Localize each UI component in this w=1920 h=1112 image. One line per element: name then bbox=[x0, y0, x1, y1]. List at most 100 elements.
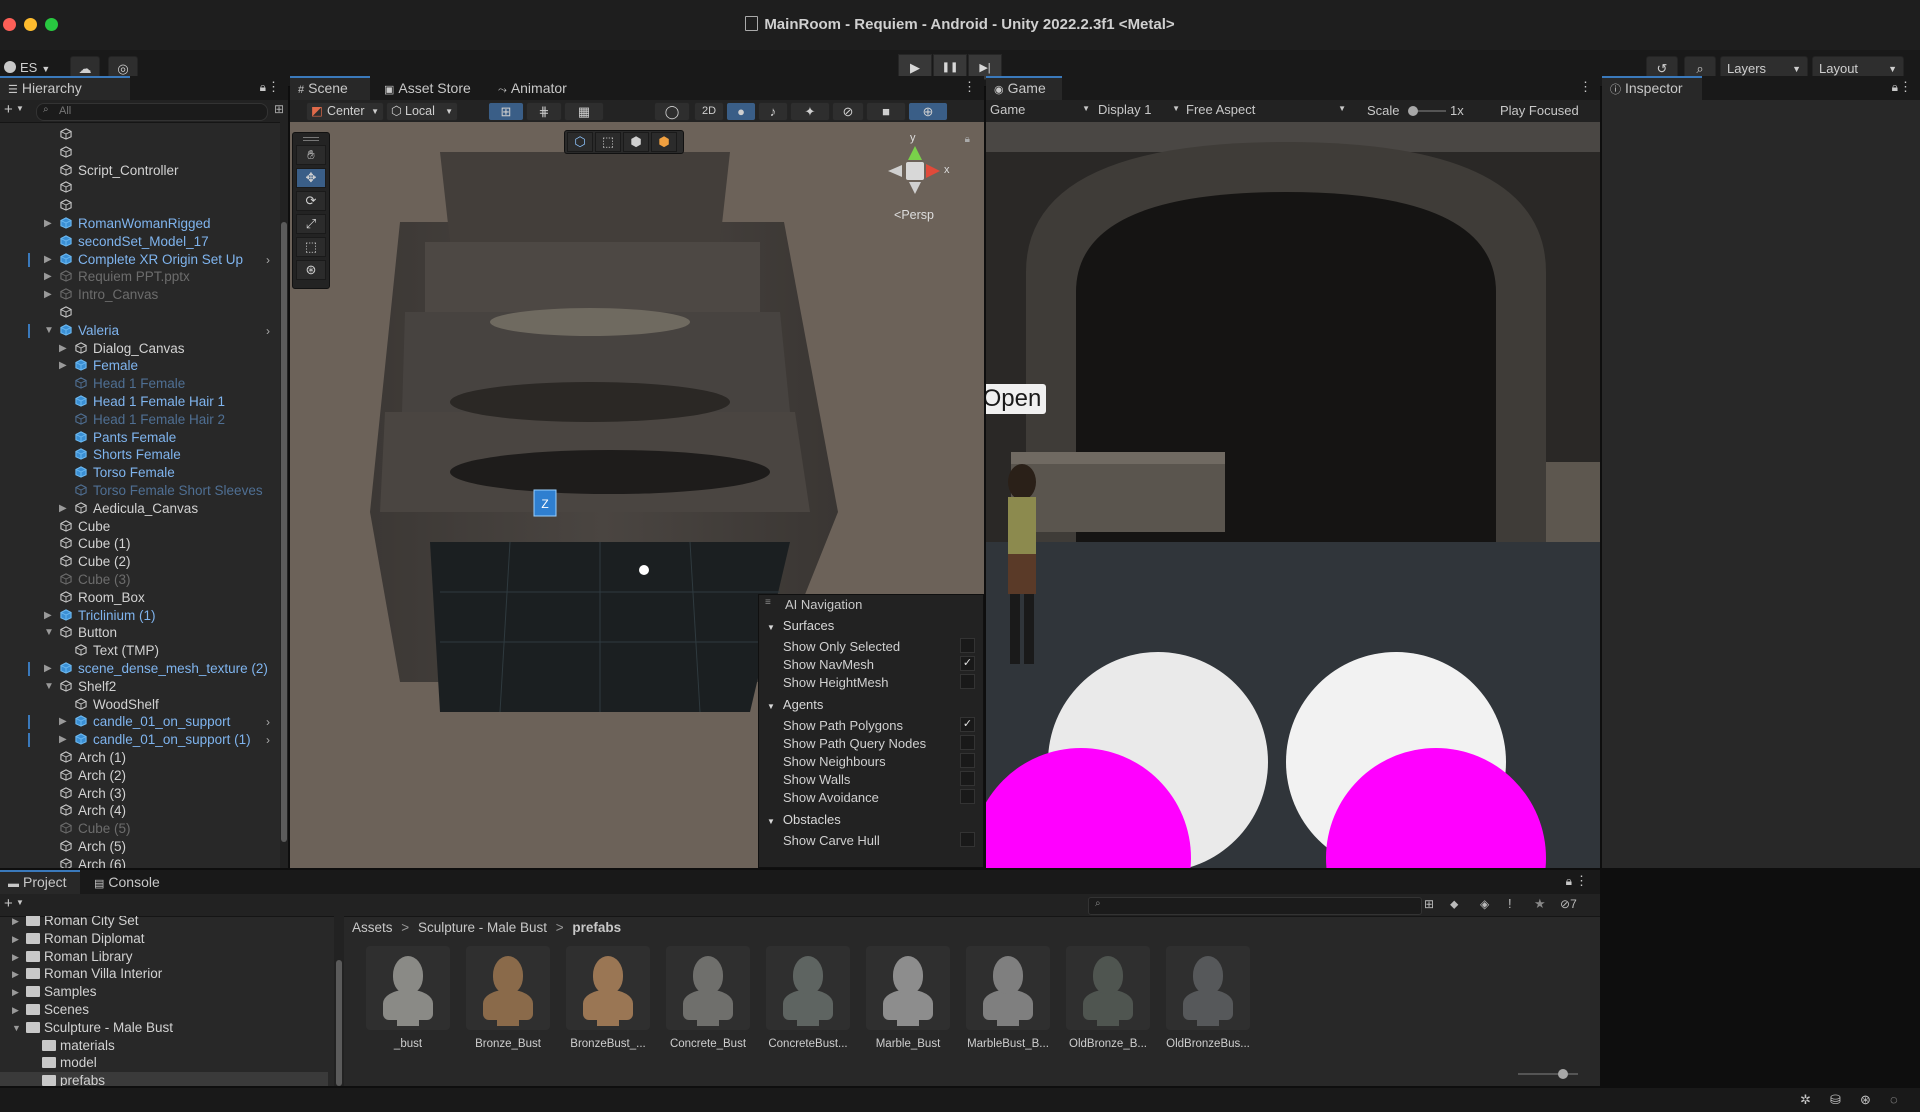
project-tree-scroll-thumb[interactable] bbox=[336, 960, 342, 1086]
chevron-down-icon[interactable]: ▼ bbox=[16, 104, 24, 113]
asset-tile[interactable]: Concrete_Bust bbox=[666, 946, 750, 1050]
open-prefab-chevron-icon[interactable]: › bbox=[266, 251, 270, 269]
expand-arrow-open-icon[interactable]: ▼ bbox=[44, 322, 54, 340]
expand-arrow-open-icon[interactable]: ▼ bbox=[12, 1019, 21, 1037]
ai-nav-option-checkbox[interactable] bbox=[960, 638, 975, 653]
favorite-star-icon[interactable]: ★ bbox=[1534, 896, 1546, 912]
gizmos-dropdown[interactable]: ⊕ bbox=[908, 102, 948, 121]
hierarchy-row[interactable]: Torso Female Short Sleeves bbox=[0, 482, 280, 500]
hierarchy-row[interactable]: Head 1 Female Hair 2 bbox=[0, 411, 280, 429]
lock-icon[interactable]: 🔒︎ bbox=[965, 134, 970, 145]
hierarchy-row[interactable]: Cube (1) bbox=[0, 535, 280, 553]
open-prefab-chevron-icon[interactable]: › bbox=[266, 322, 270, 340]
hierarchy-row[interactable]: Arch (1) bbox=[0, 749, 280, 767]
hidden-packages-icon[interactable]: ⊘7 bbox=[1560, 897, 1577, 911]
project-folder-item[interactable]: ▶ Roman Villa Interior bbox=[0, 965, 328, 983]
hierarchy-row[interactable]: Cube (5) bbox=[0, 820, 280, 838]
ai-nav-option-checkbox[interactable] bbox=[960, 735, 975, 750]
hierarchy-row[interactable]: Arch (5) bbox=[0, 838, 280, 856]
open-prefab-chevron-icon[interactable]: › bbox=[266, 731, 270, 749]
ai-nav-option[interactable]: Show Walls bbox=[783, 771, 983, 789]
kebab-menu-icon[interactable]: ⋮ bbox=[1575, 873, 1588, 889]
project-folder-item[interactable]: ▶ Scenes bbox=[0, 1001, 328, 1019]
hierarchy-row[interactable]: Cube (2) bbox=[0, 553, 280, 571]
expand-arrow-icon[interactable]: ▶ bbox=[12, 1001, 19, 1019]
ai-nav-option[interactable]: Show NavMesh ✓ bbox=[783, 656, 983, 674]
ai-nav-option-checkbox[interactable] bbox=[960, 771, 975, 786]
hierarchy-row[interactable]: ▶ Female bbox=[0, 357, 280, 375]
scale-slider-thumb[interactable] bbox=[1408, 106, 1418, 116]
shading-mode-button[interactable]: ◯ bbox=[654, 102, 690, 121]
expand-arrow-open-icon[interactable]: ▼ bbox=[44, 678, 54, 696]
mesh-view-button[interactable]: ⬢ bbox=[623, 132, 649, 152]
hierarchy-row[interactable] bbox=[0, 126, 280, 144]
grid-snap-button[interactable]: ⊞ bbox=[488, 102, 524, 121]
hierarchy-row[interactable]: WoodShelf bbox=[0, 696, 280, 714]
scene-search-icon[interactable]: ⊞ bbox=[274, 102, 284, 116]
drag-handle-icon[interactable]: ≡ bbox=[765, 597, 771, 608]
tab-project[interactable]: ▬ Project bbox=[0, 870, 80, 894]
ai-nav-option-checkbox[interactable]: ✓ bbox=[960, 656, 975, 671]
play-focused-dropdown[interactable]: Play Focused bbox=[1500, 103, 1579, 118]
breadcrumb-sculpture-male-bust[interactable]: Sculpture - Male Bust bbox=[418, 920, 547, 935]
lighting-toggle[interactable]: ● bbox=[726, 102, 756, 121]
hierarchy-scrollbar[interactable] bbox=[280, 122, 288, 868]
chevron-down-icon[interactable]: ▼ bbox=[16, 898, 24, 907]
expand-arrow-icon[interactable]: ▶ bbox=[44, 215, 52, 233]
kebab-menu-icon[interactable]: ⋮ bbox=[963, 79, 976, 95]
hierarchy-row[interactable]: Cube bbox=[0, 518, 280, 536]
asset-tile[interactable]: Bronze_Bust bbox=[466, 946, 550, 1050]
hierarchy-row[interactable]: ▶ Complete XR Origin Set Up › bbox=[0, 251, 280, 269]
hierarchy-row[interactable]: ▼ Button bbox=[0, 624, 280, 642]
ai-nav-option-checkbox[interactable] bbox=[960, 753, 975, 768]
hierarchy-row[interactable]: Pants Female bbox=[0, 429, 280, 447]
expand-arrow-icon[interactable]: ▶ bbox=[44, 286, 52, 304]
debug-icon[interactable]: ✲ bbox=[1800, 1092, 1811, 1108]
ai-nav-option[interactable]: Show Carve Hull bbox=[783, 832, 983, 850]
tab-asset-store[interactable]: ▣ Asset Store bbox=[376, 76, 486, 100]
hierarchy-row[interactable]: Arch (3) bbox=[0, 785, 280, 803]
tab-scene[interactable]: # Scene bbox=[290, 76, 370, 100]
effects-dropdown[interactable]: ✦ bbox=[790, 102, 830, 121]
hierarchy-row[interactable] bbox=[0, 144, 280, 162]
hierarchy-row[interactable]: Shorts Female bbox=[0, 446, 280, 464]
tab-animator[interactable]: ⤳ Animator bbox=[490, 76, 590, 100]
project-folder-item[interactable]: ▶ Roman City Set bbox=[0, 916, 328, 930]
move-tool-button[interactable]: ✥ bbox=[296, 168, 326, 188]
cube-view-button[interactable]: ⬡ bbox=[567, 132, 593, 152]
project-tree-scrollbar[interactable] bbox=[334, 916, 344, 1086]
expand-arrow-icon[interactable]: ▶ bbox=[12, 916, 19, 930]
scene-viewport[interactable]: Z ✋︎ ✥ ⟳ ⤢ ⬚ ⊛ ⬡ ⬚ ⬢ ⬢ y x 🔒︎ <Persp ≡ A… bbox=[290, 122, 984, 868]
ai-nav-option-checkbox[interactable]: ✓ bbox=[960, 717, 975, 732]
hierarchy-scroll-thumb[interactable] bbox=[281, 222, 287, 842]
tag-icon[interactable]: ◈ bbox=[1480, 897, 1489, 911]
tab-game[interactable]: ◉ Game bbox=[986, 76, 1062, 100]
expand-arrow-icon[interactable]: ▶ bbox=[12, 965, 19, 983]
asset-tile[interactable]: ConcreteBust... bbox=[766, 946, 850, 1050]
view-orientation-gizmo[interactable]: y x 🔒︎ bbox=[880, 132, 970, 212]
ai-nav-option-checkbox[interactable] bbox=[960, 789, 975, 804]
project-folder-item[interactable]: ▶ Samples bbox=[0, 983, 328, 1001]
breadcrumb-prefabs[interactable]: prefabs bbox=[572, 920, 621, 935]
hand-tool-button[interactable]: ✋︎ bbox=[296, 145, 326, 165]
lock-icon[interactable]: 🔒︎ bbox=[1892, 80, 1898, 95]
hierarchy-row[interactable] bbox=[0, 179, 280, 197]
ai-nav-option-checkbox[interactable] bbox=[960, 832, 975, 847]
scale-tool-button[interactable]: ⤢ bbox=[296, 214, 326, 234]
expand-arrow-icon[interactable]: ▶ bbox=[44, 607, 52, 625]
search-by-label-icon[interactable]: ⬥ bbox=[1450, 897, 1458, 912]
ai-nav-option[interactable]: Show Only Selected bbox=[783, 638, 983, 656]
asset-tile[interactable]: OldBronzeBus... bbox=[1166, 946, 1250, 1050]
project-folder-item[interactable]: prefabs bbox=[0, 1072, 328, 1086]
ai-nav-option[interactable]: Show HeightMesh bbox=[783, 674, 983, 692]
asset-tile[interactable]: _bust bbox=[366, 946, 450, 1050]
expand-arrow-icon[interactable]: ▶ bbox=[44, 660, 52, 678]
hierarchy-row[interactable] bbox=[0, 304, 280, 322]
hierarchy-row[interactable]: Head 1 Female Hair 1 bbox=[0, 393, 280, 411]
asset-tile[interactable]: OldBronze_B... bbox=[1066, 946, 1150, 1050]
project-folder-item[interactable]: materials bbox=[0, 1037, 328, 1055]
kebab-menu-icon[interactable]: ⋮ bbox=[1579, 79, 1592, 95]
audio-toggle[interactable]: ♪ bbox=[758, 102, 788, 121]
expand-arrow-icon[interactable]: ▶ bbox=[44, 268, 52, 286]
tab-console[interactable]: ▤ Console bbox=[86, 870, 176, 894]
